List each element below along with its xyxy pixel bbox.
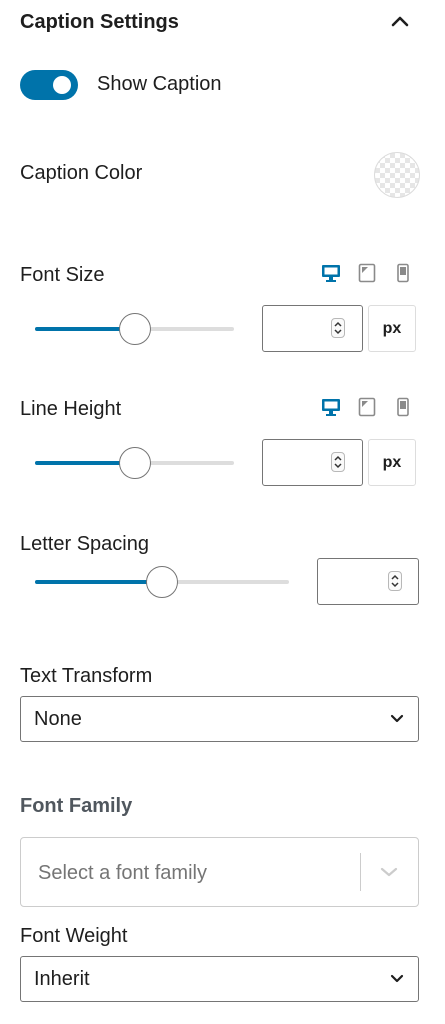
- show-caption-toggle[interactable]: [20, 70, 78, 100]
- font-family-placeholder: Select a font family: [38, 862, 207, 884]
- font-size-slider-thumb[interactable]: [119, 313, 151, 345]
- tablet-icon[interactable]: [357, 263, 377, 288]
- letter-spacing-spinner-icon[interactable]: [388, 571, 402, 591]
- line-height-slider-thumb[interactable]: [119, 447, 151, 479]
- desktop-icon[interactable]: [321, 397, 341, 422]
- tablet-icon[interactable]: [357, 397, 377, 422]
- toggle-knob: [53, 76, 71, 94]
- caption-color-label: Caption Color: [20, 162, 143, 184]
- caption-color-swatch[interactable]: [374, 152, 420, 198]
- letter-spacing-label: Letter Spacing: [20, 533, 149, 555]
- text-transform-value: None: [34, 707, 82, 730]
- line-height-input[interactable]: [262, 439, 363, 486]
- chevron-down-icon[interactable]: [379, 865, 399, 879]
- font-size-label: Font Size: [20, 264, 105, 286]
- line-height-spinner-icon[interactable]: [331, 452, 345, 472]
- text-transform-select[interactable]: None: [20, 696, 419, 742]
- font-size-input[interactable]: [262, 305, 363, 352]
- letter-spacing-slider-thumb[interactable]: [146, 566, 178, 598]
- line-height-unit[interactable]: px: [368, 439, 416, 486]
- letter-spacing-input[interactable]: [317, 558, 419, 605]
- mobile-icon[interactable]: [393, 397, 413, 422]
- mobile-icon[interactable]: [393, 263, 413, 288]
- panel-title[interactable]: Caption Settings: [20, 11, 179, 34]
- letter-spacing-slider-fill: [35, 580, 162, 584]
- line-height-label: Line Height: [20, 398, 122, 420]
- font-weight-label: Font Weight: [20, 925, 128, 947]
- font-family-select[interactable]: Select a font family: [20, 837, 419, 907]
- chevron-down-icon: [390, 974, 404, 983]
- font-family-label: Font Family: [20, 795, 133, 817]
- font-weight-select[interactable]: Inherit: [20, 956, 419, 1002]
- chevron-up-icon[interactable]: [391, 13, 409, 36]
- show-caption-label: Show Caption: [97, 73, 222, 95]
- font-size-spinner-icon[interactable]: [331, 318, 345, 338]
- text-transform-label: Text Transform: [20, 665, 153, 687]
- desktop-icon[interactable]: [321, 263, 341, 288]
- font-weight-value: Inherit: [34, 967, 90, 990]
- dropdown-separator: [360, 853, 361, 891]
- chevron-down-icon: [390, 714, 404, 723]
- font-size-unit[interactable]: px: [368, 305, 416, 352]
